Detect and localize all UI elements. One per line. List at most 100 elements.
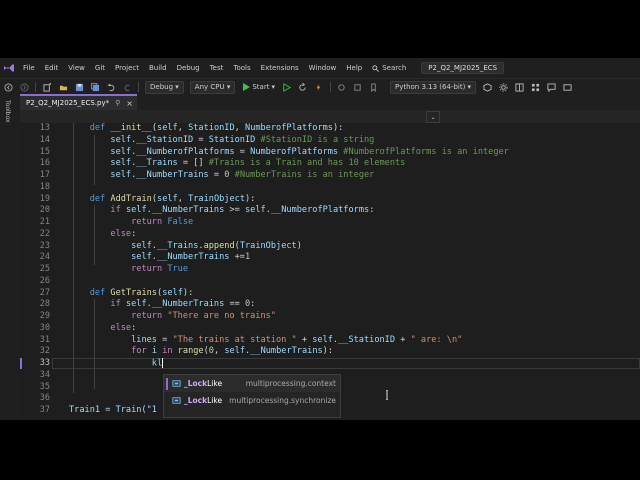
document-tab[interactable]: P2_Q2_MJ2025_ECS.py* ⚲ × (20, 94, 137, 110)
toolbar-separator (138, 82, 139, 92)
autocomplete-item-module: multiprocessing.context (245, 379, 336, 388)
match-prefix: _Lock (184, 396, 208, 405)
line-number: 35 (39, 381, 50, 392)
pin-icon[interactable]: ⚲ (115, 99, 120, 107)
mouse-cursor-icon (386, 390, 388, 400)
class-icon (171, 396, 181, 406)
code-line: for i in range(0, self.__NumberTrains): (131, 346, 334, 357)
menu-help[interactable]: Help (341, 58, 367, 78)
match-prefix: _Lock (184, 379, 208, 388)
line-number-gutter: 13 14 15 16 17 18 19 20 21 22 23 24 25 2… (20, 123, 52, 420)
menu-git[interactable]: Git (90, 58, 110, 78)
ide-window: File Edit View Git Project Build Debug T… (0, 58, 640, 420)
hot-reload-icon[interactable] (313, 81, 325, 93)
package-icon[interactable] (481, 81, 493, 93)
line-number: 18 (39, 181, 50, 192)
line-number-current: 33 (39, 358, 50, 368)
menu-tools[interactable]: Tools (228, 58, 255, 78)
menu-bar: File Edit View Git Project Build Debug T… (0, 58, 640, 78)
code-line: else: (110, 322, 137, 333)
line-number: 19 (39, 193, 50, 204)
layout-icon[interactable] (513, 81, 525, 93)
autocomplete-item-name: _LockLike (184, 396, 222, 405)
line-number: 16 (39, 158, 50, 169)
last-line-text: Train1 = Train("1 (69, 405, 157, 415)
code-line: lines = "The trains at station " + self.… (131, 334, 463, 345)
project-name-badge[interactable]: P2_Q2_MJ2025_ECS (421, 62, 505, 74)
selection-bar (166, 377, 168, 390)
line-number: 17 (39, 170, 50, 180)
open-folder-icon[interactable] (57, 81, 69, 93)
left-tool-strip: Toolbox (0, 94, 21, 420)
autocomplete-item-name: _LockLike (184, 379, 222, 388)
menu-view[interactable]: View (63, 58, 90, 78)
code-line: return True (131, 264, 189, 274)
bookmark-icon[interactable] (368, 81, 380, 93)
menu-file[interactable]: File (18, 58, 40, 78)
line-number: 15 (39, 146, 50, 157)
typed-text: kl (151, 358, 163, 369)
name-rest: Like (207, 396, 223, 405)
more-icon[interactable] (561, 81, 573, 93)
python-environment-dropdown[interactable]: Python 3.13 (64-bit) ▾ (389, 80, 477, 94)
line-number: 20 (39, 205, 50, 216)
code-line: self.__Trains = [] #Trains is a Train an… (110, 158, 406, 169)
members-dropdown[interactable]: ⌄ (426, 111, 440, 123)
visual-studio-logo-icon[interactable] (0, 58, 18, 78)
menu-build[interactable]: Build (144, 58, 172, 78)
step-icon[interactable] (336, 81, 348, 93)
undo-icon[interactable] (105, 81, 117, 93)
refresh-icon[interactable] (297, 81, 309, 93)
menu-test[interactable]: Test (205, 58, 229, 78)
document-tab-label: P2_Q2_MJ2025_ECS.py* (26, 99, 110, 107)
search-menu[interactable]: Search (367, 64, 411, 72)
change-marker (20, 358, 22, 369)
code-line: return "There are no trains" (131, 311, 276, 321)
autocomplete-popup: _LockLike multiprocessing.context _LockL… (163, 374, 341, 418)
chevron-down-icon: ⌄ (430, 113, 436, 121)
platform-dropdown[interactable]: Any CPU ▾ (189, 80, 236, 94)
menu-edit[interactable]: Edit (40, 58, 64, 78)
autocomplete-item[interactable]: _LockLike multiprocessing.context (164, 375, 340, 392)
new-project-icon[interactable] (41, 81, 53, 93)
back-icon[interactable] (2, 81, 14, 93)
play-icon (243, 83, 251, 91)
class-icon (171, 379, 181, 389)
save-icon[interactable] (73, 81, 85, 93)
text-caret (162, 358, 164, 368)
line-number: 25 (39, 264, 50, 274)
line-number: 13 (39, 123, 50, 133)
save-all-icon[interactable] (89, 81, 101, 93)
toolbar-separator (35, 82, 36, 92)
autocomplete-item[interactable]: _LockLike multiprocessing.synchronize (164, 392, 340, 409)
navigation-bar: ⌄ (20, 110, 640, 124)
redo-icon[interactable] (121, 81, 133, 93)
settings-icon[interactable] (497, 81, 509, 93)
menu-window[interactable]: Window (304, 58, 342, 78)
line-number: 34 (39, 369, 50, 380)
code-line: def __init__(self, StationID, NumberofPl… (89, 123, 344, 133)
code-line: if self.__NumberTrains == 0: (110, 299, 256, 310)
line-number: 37 (39, 405, 50, 415)
menu-extensions[interactable]: Extensions (256, 58, 304, 78)
toolbox-tab[interactable]: Toolbox (4, 100, 11, 123)
run-without-debug-icon[interactable] (281, 81, 293, 93)
breakpoint-icon[interactable] (352, 81, 364, 93)
configuration-dropdown[interactable]: Debug ▾ (145, 80, 184, 94)
line-number: 31 (39, 334, 50, 345)
name-rest: Like (207, 379, 223, 388)
start-button[interactable]: Start ▾ (242, 83, 275, 91)
grid-icon[interactable] (529, 81, 541, 93)
menu-debug[interactable]: Debug (172, 58, 205, 78)
code-line: self.__StationID = StationID #StationID … (110, 134, 375, 145)
code-line: self.__NumberofPlatforms = NumberofPlatf… (110, 146, 509, 157)
search-icon (372, 64, 380, 72)
code-line-current: kl (69, 358, 164, 370)
feedback-icon[interactable] (545, 81, 557, 93)
forward-icon[interactable] (18, 81, 30, 93)
menu-project[interactable]: Project (110, 58, 144, 78)
configuration-value: Debug (150, 82, 174, 91)
close-icon[interactable]: × (126, 99, 133, 108)
code-line: if self.__NumberTrains >= self.__Numbero… (110, 205, 375, 216)
line-number: 23 (39, 240, 50, 251)
